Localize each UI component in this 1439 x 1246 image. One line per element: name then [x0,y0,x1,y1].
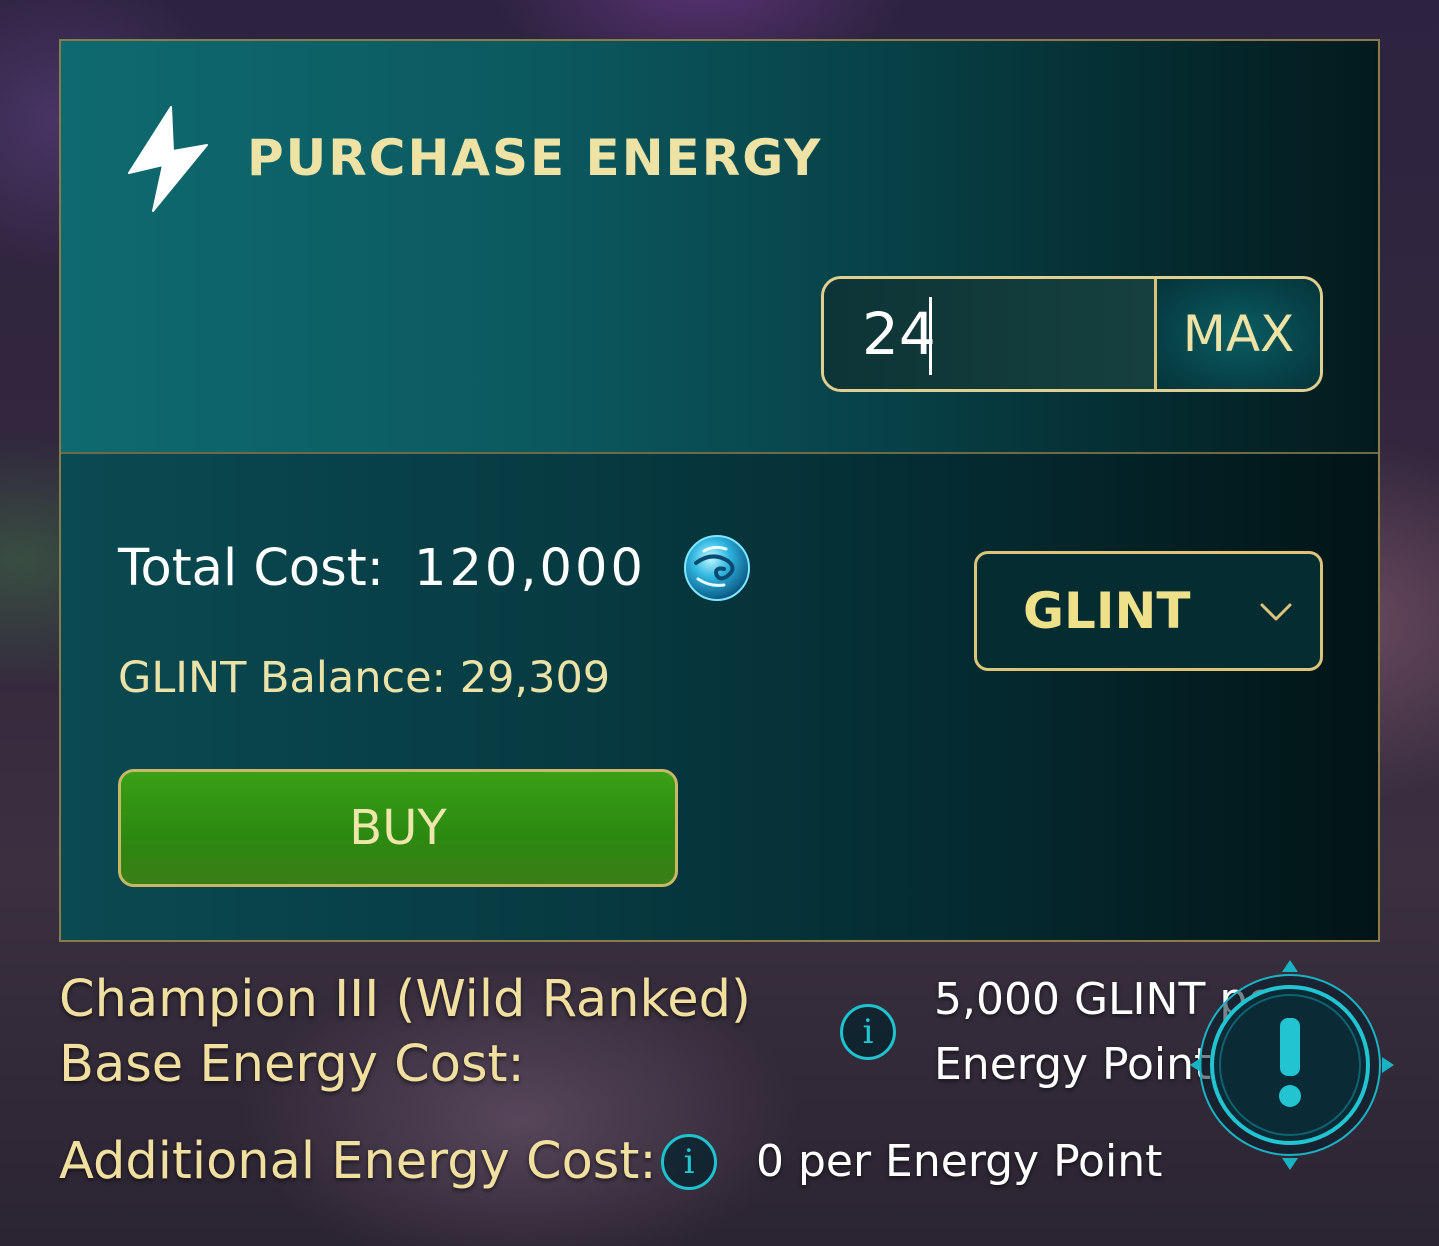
info-icon[interactable]: i [840,1004,896,1060]
currency-select[interactable]: GLINT [974,551,1323,671]
glint-orb-icon [684,535,750,601]
total-cost-label: Total Cost: [118,539,384,598]
alert-exclamation-icon[interactable] [1190,958,1396,1172]
base-cost-label-line2: Base Energy Cost: [59,1035,525,1094]
currency-select-value: GLINT [1023,582,1191,640]
base-cost-value-line2: Energy Point [934,1039,1212,1090]
max-button[interactable]: MAX [1157,279,1320,389]
panel-cost-section: Total Cost: 120,000 GLINT Balance: 29,30… [61,454,1378,940]
energy-quantity-input[interactable] [824,279,1157,389]
chevron-down-icon [1260,603,1292,621]
panel-header-section: PURCHASE ENERGY MAX [61,41,1378,454]
info-icon[interactable]: i [661,1134,717,1190]
buy-button[interactable]: BUY [118,769,678,887]
glint-balance: GLINT Balance: 29,309 [118,653,611,703]
page-title: PURCHASE ENERGY [247,129,823,187]
total-cost-value: 120,000 [414,539,646,598]
lightning-bolt-icon [128,106,208,212]
quantity-stepper: MAX [821,276,1323,392]
additional-cost-label: Additional Energy Cost: [59,1132,657,1191]
base-cost-label-line1: Champion III (Wild Ranked) [59,970,751,1029]
purchase-energy-panel: PURCHASE ENERGY MAX Total Cost: 120,000 … [59,39,1380,942]
additional-cost-value: 0 per Energy Point [756,1136,1163,1187]
text-caret [929,297,932,375]
